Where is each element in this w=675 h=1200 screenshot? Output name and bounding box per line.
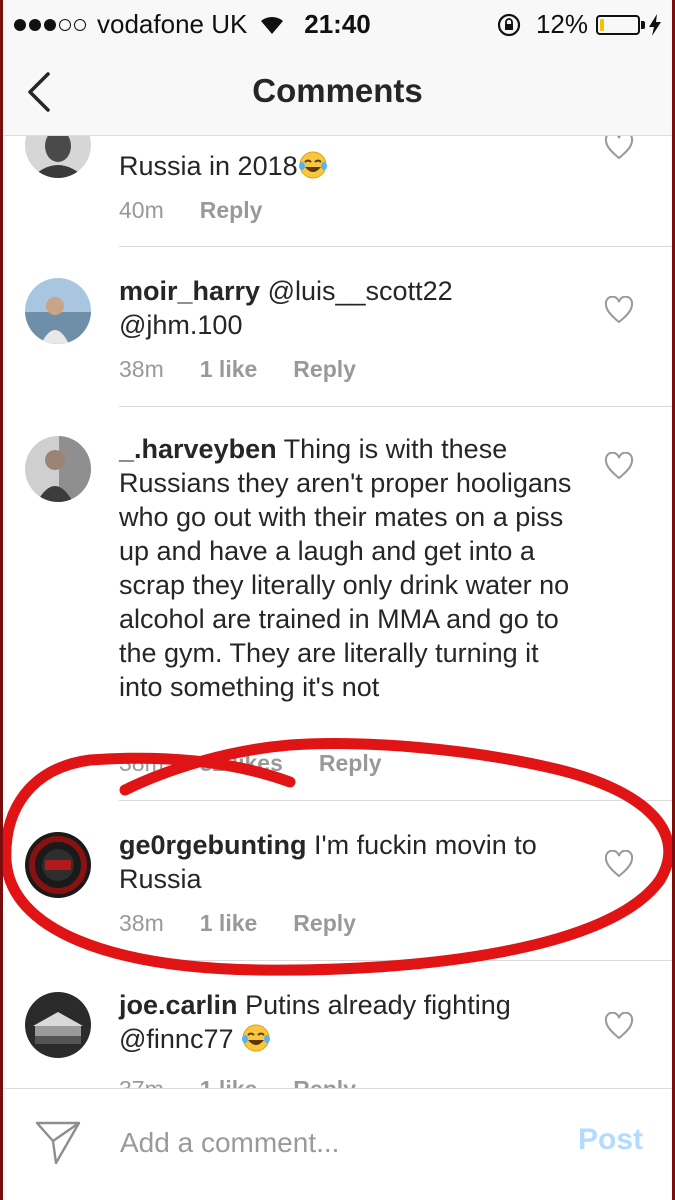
comment-text: moir_harry @luis__scott22 @jhm.100 xyxy=(119,276,453,340)
comment-text: joe.carlin Putins already fighting @finn… xyxy=(119,990,511,1054)
like-heart-icon[interactable] xyxy=(604,1011,634,1040)
likes-count[interactable]: 32 likes xyxy=(200,750,283,777)
comment-username[interactable]: joe.carlin xyxy=(119,990,238,1020)
avatar[interactable] xyxy=(25,832,91,898)
comment-meta: 38m 1 like Reply xyxy=(119,910,392,937)
like-heart-icon[interactable] xyxy=(604,451,634,480)
likes-count[interactable]: 1 like xyxy=(200,1076,258,1088)
comment-meta: 38m 32 likes Reply xyxy=(119,750,418,777)
comment-meta: 38m 1 like Reply xyxy=(119,356,392,383)
comment-username[interactable]: moir_harry xyxy=(119,276,260,306)
divider xyxy=(119,246,675,247)
comment-time: 38m xyxy=(119,750,164,776)
status-bar: vodafone UK 21:40 12% xyxy=(0,0,675,48)
reply-button[interactable]: Reply xyxy=(293,1076,356,1088)
orientation-lock-icon xyxy=(497,13,521,36)
avatar[interactable] xyxy=(25,136,91,178)
like-heart-icon[interactable] xyxy=(604,295,634,324)
battery-icon xyxy=(596,14,640,35)
avatar[interactable] xyxy=(25,278,91,344)
frame-edge xyxy=(0,0,3,1200)
comment-time: 38m xyxy=(119,356,164,382)
comment-text: Russia in 2018 xyxy=(119,149,579,183)
comment-meta: 37m 1 like Reply xyxy=(119,1076,392,1088)
comment-text: _.harveyben Thing is with these Russians… xyxy=(119,434,572,702)
comment-username[interactable]: _.harveyben xyxy=(119,434,277,464)
reply-button[interactable]: Reply xyxy=(319,750,382,777)
send-direct-icon[interactable] xyxy=(34,1119,82,1165)
comment-username[interactable]: ge0rgebunting xyxy=(119,830,307,860)
charging-bolt-icon xyxy=(649,13,661,36)
battery-percent: 12% xyxy=(535,9,588,39)
reply-button[interactable]: Reply xyxy=(293,910,356,937)
avatar[interactable] xyxy=(25,992,91,1058)
comment-time: 38m xyxy=(119,910,164,936)
divider xyxy=(119,960,675,961)
comment-time: 37m xyxy=(119,1076,164,1088)
page-title: Comments xyxy=(252,72,423,109)
laughing-emoji-icon xyxy=(298,151,328,179)
like-heart-icon[interactable] xyxy=(604,849,634,878)
app-screen: vodafone UK 21:40 12% Comments Russia in… xyxy=(0,0,675,1200)
reply-button[interactable]: Reply xyxy=(200,197,263,224)
avatar[interactable] xyxy=(25,436,91,502)
likes-count[interactable]: 1 like xyxy=(200,910,258,937)
comment-list[interactable]: Russia in 2018 40m Reply moir_harry @lui… xyxy=(0,136,675,1088)
like-heart-icon[interactable] xyxy=(604,136,634,160)
divider xyxy=(119,800,675,801)
likes-count[interactable]: 1 like xyxy=(200,356,258,383)
comment-text: ge0rgebunting I'm fuckin movin to Russia xyxy=(119,830,537,894)
comment-input[interactable] xyxy=(120,1123,540,1163)
divider xyxy=(119,406,675,407)
reply-button[interactable]: Reply xyxy=(293,356,356,383)
post-button[interactable]: Post xyxy=(578,1123,643,1157)
status-right: 12% xyxy=(496,9,661,40)
laughing-emoji-icon xyxy=(241,1024,271,1052)
comment-meta: 40m Reply xyxy=(119,197,298,224)
comment-time: 40m xyxy=(119,197,164,223)
nav-bar: Comments xyxy=(0,48,675,136)
comment-composer: Post xyxy=(0,1088,675,1200)
